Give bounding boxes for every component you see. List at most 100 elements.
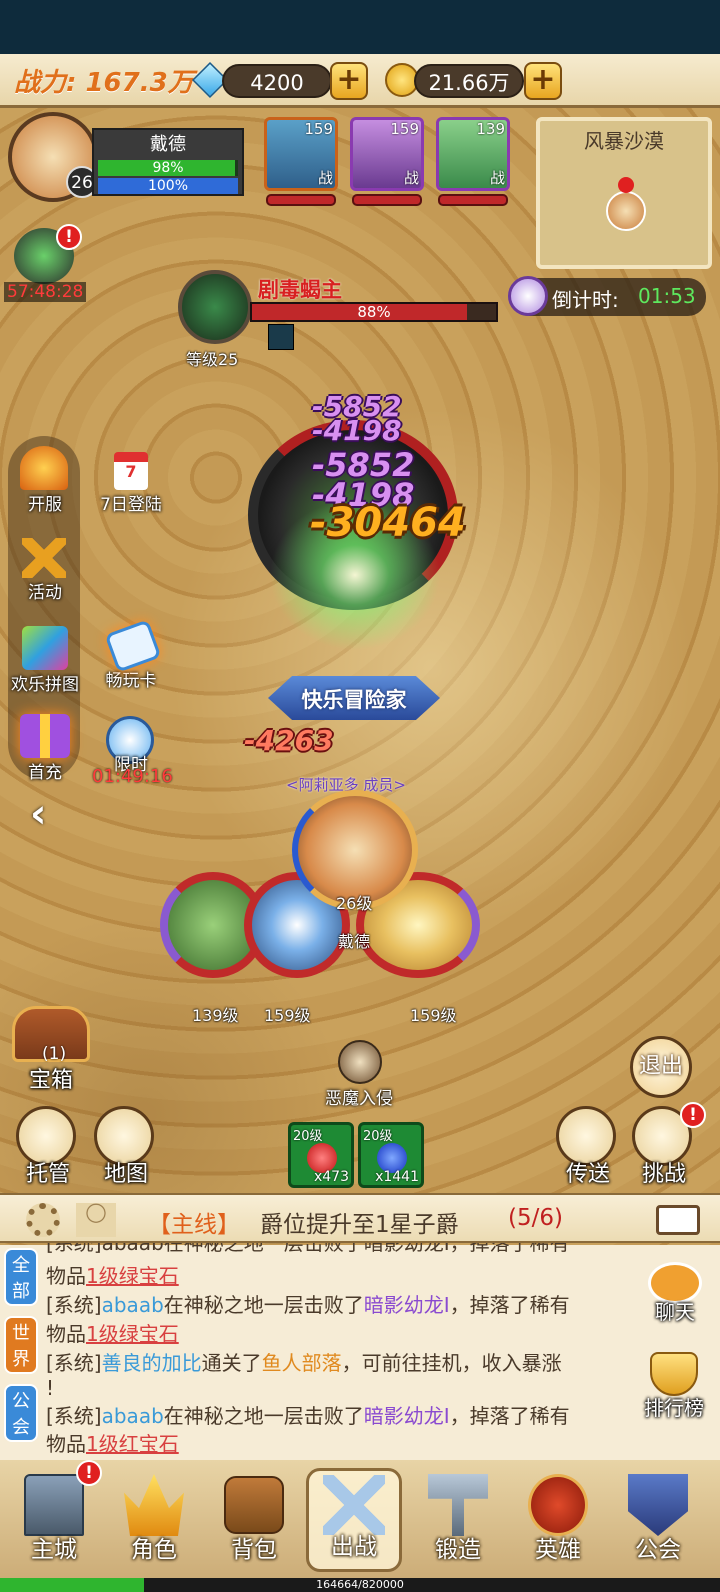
map-button[interactable]: 地图 (94, 1106, 158, 1188)
exit-button[interactable]: 退出 (630, 1036, 692, 1098)
player-level-label: 26级 (336, 894, 373, 913)
chat-line: ! (46, 1374, 636, 1403)
hero-card-2[interactable]: 159 战 (350, 117, 424, 191)
collapse-menu-arrow-icon[interactable]: ‹ (30, 794, 56, 834)
teleport-button[interactable]: 传送 (556, 1106, 620, 1188)
nav-label: 锻造 (435, 1537, 481, 1563)
chat-place-link[interactable]: 鱼人部落 (262, 1351, 342, 1375)
player-name: 戴德 (150, 134, 186, 155)
quest-bar[interactable]: 【主线】 爵位提升至1星子爵 (5/6) (0, 1193, 720, 1243)
mp-bar: 100% (98, 178, 238, 194)
server-open-button[interactable]: 开服 (0, 446, 90, 515)
chat-monster-link[interactable]: 暗影幼龙I (364, 1404, 450, 1428)
map-label: 地图 (103, 1162, 148, 1187)
seven-day-login-button[interactable]: 7 7日登陆 (86, 452, 176, 515)
settings-gear-icon[interactable] (26, 1203, 60, 1237)
bell-icon (20, 446, 68, 490)
minimap-target-dot (618, 177, 634, 193)
nav-bag[interactable]: 背包 (206, 1468, 302, 1572)
chat-item-link[interactable]: 1级红宝石 (86, 1432, 179, 1456)
quest-tag: 【主线】 (148, 1212, 240, 1238)
auto-battle-button[interactable]: 托管 (16, 1106, 80, 1188)
mail-icon[interactable] (656, 1205, 700, 1235)
fist-shield-icon (528, 1474, 588, 1536)
hero-2-hp (352, 194, 422, 206)
chat-player-link[interactable]: 善良的加比 (102, 1351, 202, 1375)
chat-item-link[interactable]: 1级绿宝石 (86, 1322, 179, 1346)
chat-text: ! (46, 1376, 55, 1400)
damage-number: -4198 (312, 414, 402, 447)
puzzle-button[interactable]: 欢乐拼图 (0, 626, 90, 695)
minimap[interactable]: 风暴沙漠 (536, 117, 712, 269)
main-city-alert-badge: ! (76, 1460, 102, 1486)
chat-item-link[interactable]: 1级绿宝石 (86, 1264, 179, 1288)
chat-tab-guild[interactable]: 公会 (4, 1384, 38, 1442)
hero-card-1[interactable]: 159 战 (264, 117, 338, 191)
hero-card-3[interactable]: 139 战 (436, 117, 510, 191)
ranking-button[interactable]: 排行榜 (634, 1352, 714, 1421)
trophy-icon (650, 1352, 698, 1396)
hp-percent: 98% (152, 160, 184, 176)
activity-button[interactable]: 活动 (0, 538, 90, 603)
demon-invasion-button[interactable]: 恶魔入侵 (314, 1040, 404, 1109)
chat-monster-link[interactable]: 暗影幼龙I (364, 1293, 450, 1317)
nav-forge[interactable]: 锻造 (410, 1468, 506, 1572)
potion-level: 20级 (293, 1129, 323, 1144)
crossed-hammers-icon (22, 538, 66, 578)
guild-shield-icon (628, 1474, 688, 1536)
minimap-title: 风暴沙漠 (584, 129, 664, 153)
nav-label: 角色 (131, 1537, 177, 1563)
demon-skull-icon (338, 1040, 382, 1084)
hero-tag: 战 (317, 169, 333, 187)
hp-bar: 98% (98, 160, 238, 176)
exit-label: 退出 (638, 1054, 683, 1079)
minimap-player-marker (606, 191, 646, 231)
team-figure-icon[interactable] (76, 1203, 116, 1237)
ranking-label: 排行榜 (644, 1396, 704, 1420)
add-gold-button[interactable]: + (524, 62, 562, 100)
chat-tab-world[interactable]: 世界 (4, 1316, 38, 1374)
chat-partial-text: [系统]abaab在神秘之地一层击败了暗影幼龙I，掉落了稀有 (46, 1243, 570, 1255)
chat-label: 聊天 (655, 1300, 695, 1324)
mp-potion-slot[interactable]: 20级 x1441 (358, 1122, 424, 1188)
hp-potion-slot[interactable]: 20级 x473 (288, 1122, 354, 1188)
nav-label: 公会 (635, 1537, 681, 1563)
hammer-icon (428, 1474, 488, 1536)
chat-text: 物品 (46, 1432, 86, 1456)
nav-hero[interactable]: 英雄 (510, 1468, 606, 1572)
backpack-icon (224, 1476, 284, 1534)
nav-label: 出战 (331, 1534, 377, 1560)
hero-1-hp (266, 194, 336, 206)
nav-label: 英雄 (535, 1537, 581, 1563)
chat-tab-all[interactable]: 全部 (4, 1248, 38, 1306)
nav-battle[interactable]: 出战 (306, 1468, 402, 1572)
nav-character[interactable]: 角色 (106, 1468, 202, 1572)
potion-level: 20级 (363, 1129, 393, 1144)
auto-battle-label: 托管 (25, 1162, 70, 1187)
treasure-chest-button[interactable]: (1) 宝箱 (6, 1006, 96, 1093)
combat-power: 战力: 167.3万 (14, 68, 194, 98)
player-name-label: 戴德 (338, 932, 371, 951)
countdown-value: 01:53 (638, 284, 696, 308)
chat-text: 物品 (46, 1322, 86, 1346)
chat-button[interactable]: 聊天 (640, 1262, 710, 1325)
play-card-button[interactable]: 畅玩卡 (86, 619, 176, 691)
boss-level: 等级25 (186, 350, 239, 369)
damage-number: -4263 (244, 724, 334, 757)
first-recharge-button[interactable]: 首充 (0, 714, 90, 783)
event-alert-badge: ! (56, 224, 82, 250)
treasure-count: (1) (42, 1044, 67, 1064)
nav-label: 主城 (31, 1537, 77, 1563)
chat-line: 物品1级红宝石 (46, 1430, 636, 1459)
demon-invasion-label: 恶魔入侵 (325, 1089, 393, 1109)
nav-guild[interactable]: 公会 (610, 1468, 706, 1572)
countdown-box: 倒计时: 01:53 (508, 276, 706, 316)
chat-line: 物品1级绿宝石 (46, 1320, 636, 1349)
chat-line: [系统]abaab在神秘之地一层击败了暗影幼龙I，掉落了稀有 (46, 1291, 636, 1320)
add-diamond-button[interactable]: + (330, 62, 368, 100)
chat-player-link[interactable]: abaab (102, 1404, 164, 1428)
chat-player-link[interactable]: abaab (102, 1293, 164, 1317)
chat-text: 在神秘之地一层击败了 (163, 1293, 364, 1317)
boss-portrait[interactable] (178, 270, 252, 344)
boss-hp-bar: 88% (250, 302, 498, 322)
